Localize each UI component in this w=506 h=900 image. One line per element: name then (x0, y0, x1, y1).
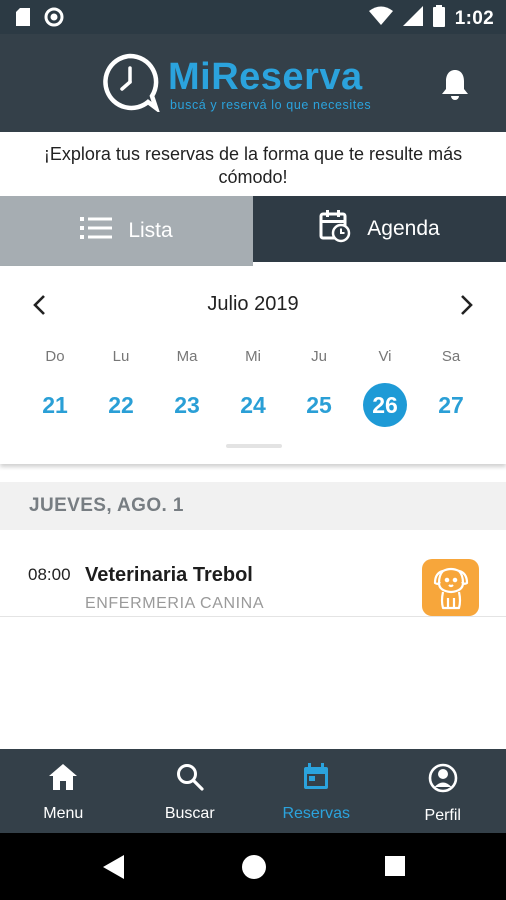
app-logo: MiReserva buscá y reservá lo que necesit… (100, 52, 371, 117)
circle-notification-icon (44, 7, 64, 32)
calendar-icon (302, 763, 330, 796)
calendar-day[interactable]: 22 (88, 382, 154, 428)
weekday-label: Ju (311, 348, 327, 365)
tab-agenda[interactable]: Agenda (253, 196, 506, 266)
date-section-label: JUEVES, AGO. 1 (29, 495, 184, 516)
nav-perfil[interactable]: Perfil (380, 749, 506, 833)
calendar-day[interactable]: 24 (220, 382, 286, 428)
day-row: 21 22 23 24 25 26 27 (22, 382, 484, 428)
nav-perfil-label: Perfil (424, 807, 461, 824)
calendar-day[interactable]: 23 (154, 382, 220, 428)
weekday-label: Vi (378, 348, 392, 365)
bottom-navigation: Menu Buscar Reservas Perfil (0, 749, 506, 833)
booking-list-item[interactable]: 08:00 Veterinaria Trebol ENFERMERIA CANI… (0, 530, 506, 617)
intro-message: ¡Explora tus reservas de la forma que te… (0, 132, 506, 196)
tab-agenda-label: Agenda (367, 217, 440, 240)
calendar-day[interactable]: 25 (286, 382, 352, 428)
status-time: 1:02 (454, 7, 494, 29)
calendar-day[interactable]: 27 (418, 382, 484, 428)
booking-time: 08:00 (28, 565, 71, 584)
calendar-day-selected[interactable]: 26 (352, 382, 418, 428)
nav-reservas-label: Reservas (282, 805, 351, 822)
calendar-day[interactable]: 21 (22, 382, 88, 428)
tab-lista[interactable]: Lista (0, 196, 253, 266)
home-circle-icon[interactable] (240, 853, 268, 886)
view-tabs: Lista Agenda (0, 196, 506, 266)
weekday-label: Lu (112, 348, 130, 365)
booking-name: Veterinaria Trebol (85, 564, 253, 586)
recents-icon[interactable] (383, 853, 407, 884)
nav-buscar-label: Buscar (164, 805, 215, 822)
weekday-label: Do (45, 348, 65, 365)
calendar-month-label: Julio 2019 (207, 293, 299, 315)
week-calendar: Julio 2019 Do Lu Ma Mi Ju Vi Sa 21 22 23… (0, 266, 506, 464)
date-section-header: JUEVES, AGO. 1 (0, 482, 506, 530)
signal-icon (402, 6, 423, 31)
system-navigation-bar (0, 833, 506, 900)
nav-menu[interactable]: Menu (0, 749, 127, 833)
drag-handle[interactable] (226, 444, 282, 448)
weekday-row: Do Lu Ma Mi Ju Vi Sa (22, 348, 484, 365)
sd-card-icon (16, 8, 30, 31)
home-icon (48, 763, 78, 796)
nav-menu-label: Menu (43, 805, 84, 822)
search-icon (176, 763, 204, 796)
tab-lista-label: Lista (128, 219, 173, 242)
back-icon[interactable] (100, 853, 126, 886)
brand-tagline: buscá y reservá lo que necesites (170, 97, 372, 112)
brand-name: MiReserva (168, 55, 363, 98)
list-icon (80, 216, 113, 246)
bell-icon[interactable] (440, 68, 470, 107)
nav-reservas[interactable]: Reservas (253, 749, 380, 833)
chevron-right-icon[interactable] (458, 294, 474, 321)
dog-icon (422, 559, 479, 616)
battery-icon (432, 5, 445, 32)
weekday-label: Mi (245, 348, 261, 365)
app-header: MiReserva buscá y reservá lo que necesit… (0, 34, 506, 132)
profile-icon (428, 763, 458, 798)
weekday-label: Sa (441, 348, 461, 365)
booking-category: ENFERMERIA CANINA (85, 595, 265, 612)
app-screen: 1:02 MiReserva buscá y reservá lo que ne… (0, 0, 506, 900)
calendar-clock-icon (319, 209, 351, 249)
weekday-label: Ma (176, 348, 198, 365)
status-bar: 1:02 (0, 0, 506, 34)
wifi-icon (368, 6, 393, 31)
clock-bubble-icon (100, 52, 161, 117)
nav-buscar[interactable]: Buscar (127, 749, 254, 833)
